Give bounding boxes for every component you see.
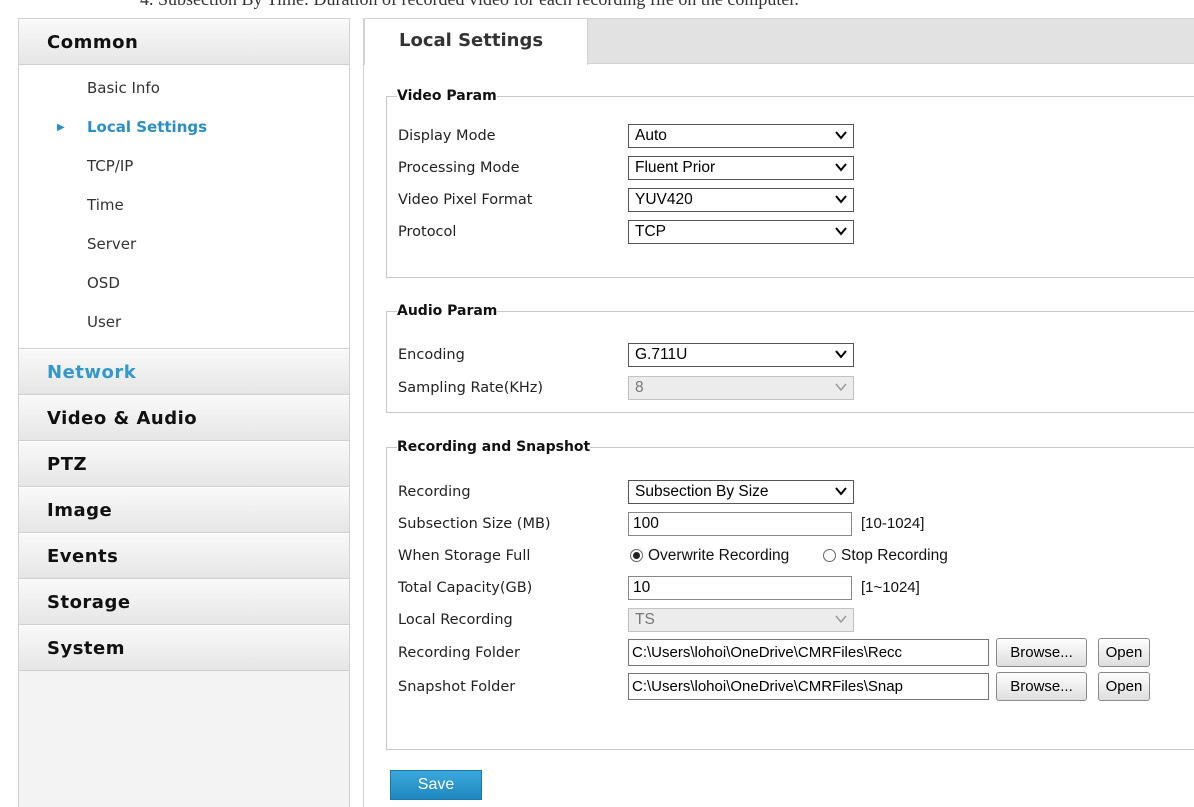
recording-folder-label: Recording Folder: [398, 645, 520, 661]
stop-recording-label[interactable]: Stop Recording: [841, 544, 948, 568]
subsection-size-range: [10-1024]: [861, 515, 925, 532]
sidebar-item-local-settings[interactable]: ▶ Local Settings: [19, 108, 349, 147]
chevron-down-icon: [835, 163, 847, 172]
content-panel: Video Param Display Mode Auto Processing…: [363, 64, 1194, 807]
tab-bar: Local Settings: [363, 18, 1194, 65]
overwrite-recording-label[interactable]: Overwrite Recording: [648, 544, 789, 568]
chevron-down-icon: [835, 383, 847, 392]
sidebar-category-ptz[interactable]: PTZ: [19, 441, 349, 487]
display-mode-select[interactable]: Auto: [628, 124, 854, 148]
sampling-rate-select: 8: [628, 376, 854, 400]
display-mode-value: Auto: [635, 127, 667, 144]
video-param-group: Video Param Display Mode Auto Processing…: [386, 88, 1194, 278]
protocol-label: Protocol: [398, 224, 457, 240]
top-text: 4. Subsection By Time: Duration of recor…: [140, 0, 799, 10]
sampling-rate-value: 8: [635, 379, 644, 396]
sidebar-category-video-audio[interactable]: Video & Audio: [19, 395, 349, 441]
recording-value: Subsection By Size: [635, 483, 769, 500]
chevron-down-icon: [835, 615, 847, 624]
recording-browse-button[interactable]: Browse...: [996, 638, 1087, 667]
sidebar-item-server[interactable]: Server: [19, 225, 349, 264]
local-recording-select: TS: [628, 608, 854, 632]
encoding-select[interactable]: G.711U: [628, 343, 854, 367]
overwrite-recording-radio[interactable]: [630, 549, 643, 562]
chevron-down-icon: [835, 195, 847, 204]
sidebar-item-osd[interactable]: OSD: [19, 264, 349, 303]
sidebar-item-user[interactable]: User: [19, 303, 349, 342]
audio-param-group: Audio Param Encoding G.711U Sampling Rat…: [386, 303, 1194, 413]
sidebar-submenu: Basic Info ▶ Local Settings TCP/IP Time S…: [19, 65, 349, 349]
save-button[interactable]: Save: [390, 770, 482, 800]
local-recording-value: TS: [635, 611, 655, 628]
sampling-rate-label: Sampling Rate(KHz): [398, 380, 544, 396]
sidebar-item-label: Local Settings: [87, 118, 208, 136]
total-capacity-input[interactable]: 10: [628, 576, 852, 600]
encoding-label: Encoding: [398, 347, 465, 363]
snapshot-folder-input[interactable]: C:\Users\lohoi\OneDrive\CMRFiles\Snap: [628, 673, 989, 700]
snapshot-open-button[interactable]: Open: [1098, 672, 1150, 701]
subsection-size-label: Subsection Size (MB): [398, 516, 551, 532]
encoding-value: G.711U: [635, 346, 688, 363]
pixel-format-select[interactable]: YUV420: [628, 188, 854, 212]
recording-snapshot-group: Recording and Snapshot Recording Subsect…: [386, 439, 1194, 750]
total-capacity-range: [1~1024]: [861, 579, 920, 596]
processing-mode-select[interactable]: Fluent Prior: [628, 156, 854, 180]
chevron-down-icon: [835, 350, 847, 359]
snapshot-browse-button[interactable]: Browse...: [996, 672, 1087, 701]
sidebar-category-storage[interactable]: Storage: [19, 579, 349, 625]
sidebar-item-time[interactable]: Time: [19, 186, 349, 225]
total-capacity-label: Total Capacity(GB): [398, 580, 533, 596]
recording-folder-input[interactable]: C:\Users\lohoi\OneDrive\CMRFiles\Recc: [628, 639, 989, 666]
display-mode-label: Display Mode: [398, 128, 496, 144]
chevron-down-icon: [835, 131, 847, 140]
processing-mode-label: Processing Mode: [398, 160, 520, 176]
local-recording-label: Local Recording: [398, 612, 513, 628]
snapshot-folder-label: Snapshot Folder: [398, 679, 516, 695]
sidebar-item-basic-info[interactable]: Basic Info: [19, 69, 349, 108]
recording-open-button[interactable]: Open: [1098, 638, 1150, 667]
sidebar-category-common[interactable]: Common: [19, 19, 349, 65]
sidebar: Common Basic Info ▶ Local Settings TCP/IP…: [18, 18, 350, 807]
pixel-format-value: YUV420: [635, 191, 693, 208]
sidebar-item-tcp-ip[interactable]: TCP/IP: [19, 147, 349, 186]
protocol-select[interactable]: TCP: [628, 220, 854, 244]
video-param-legend: Video Param: [397, 88, 497, 104]
sidebar-category-image[interactable]: Image: [19, 487, 349, 533]
recording-select[interactable]: Subsection By Size: [628, 480, 854, 504]
sidebar-category-events[interactable]: Events: [19, 533, 349, 579]
pixel-format-label: Video Pixel Format: [398, 192, 533, 208]
protocol-value: TCP: [635, 223, 666, 240]
audio-param-legend: Audio Param: [397, 303, 498, 319]
chevron-down-icon: [835, 487, 847, 496]
triangle-right-icon: ▶: [57, 122, 65, 133]
recording-snapshot-legend: Recording and Snapshot: [397, 439, 591, 455]
storage-full-label: When Storage Full: [398, 548, 531, 564]
chevron-down-icon: [835, 227, 847, 236]
processing-mode-value: Fluent Prior: [635, 159, 716, 176]
subsection-size-input[interactable]: 100: [628, 512, 852, 536]
tab-local-settings[interactable]: Local Settings: [364, 18, 588, 65]
stop-recording-radio[interactable]: [823, 549, 836, 562]
recording-label: Recording: [398, 484, 471, 500]
sidebar-category-network[interactable]: Network: [19, 349, 349, 395]
page-top-text: 4. Subsection By Time: Duration of recor…: [0, 0, 1194, 14]
sidebar-category-system[interactable]: System: [19, 625, 349, 671]
